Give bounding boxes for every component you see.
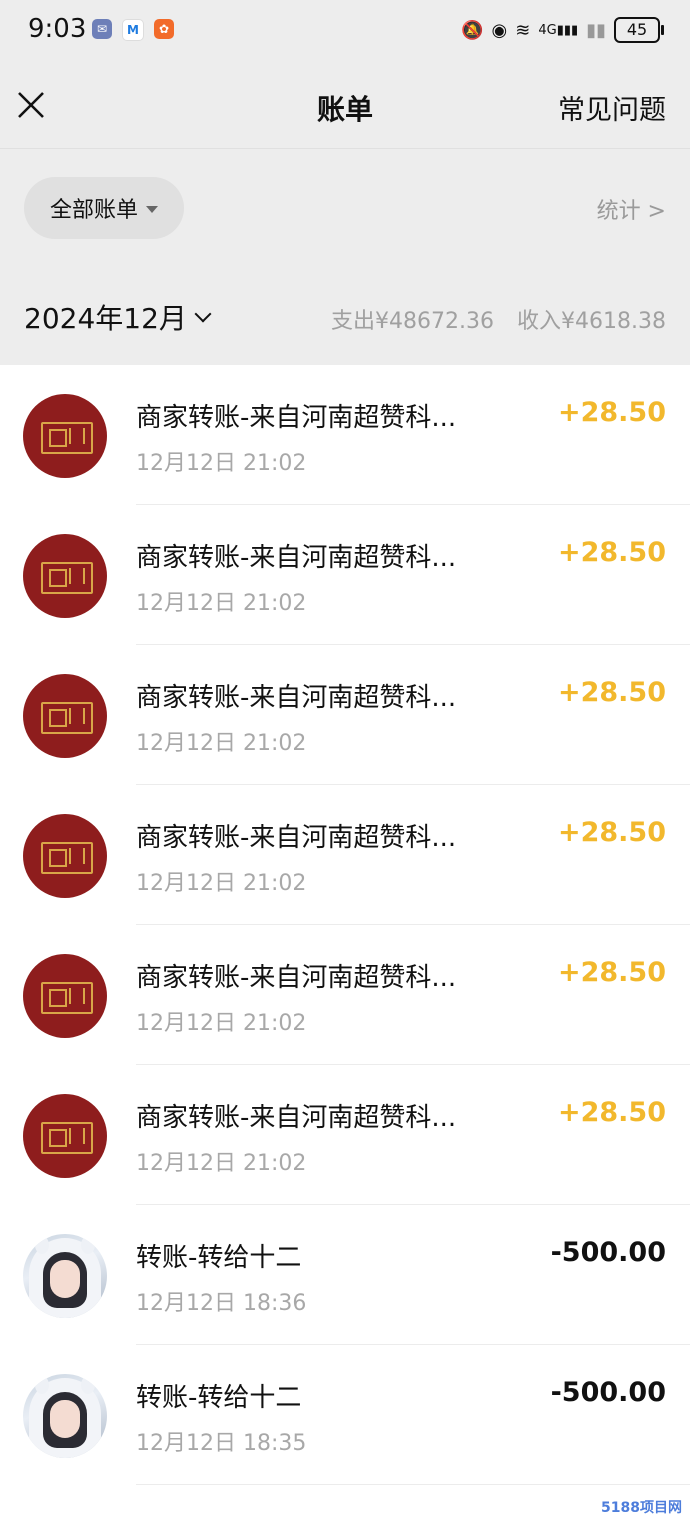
- transaction-time: 12月12日 18:35: [136, 1431, 307, 1456]
- transaction-time: 12月12日 18:36: [136, 1291, 307, 1316]
- merchant-logo-icon: [41, 562, 93, 594]
- merchant-logo-icon: [41, 702, 93, 734]
- month-summary-bar: 2024年12月 支出¥48672.36 收入¥4618.38: [0, 267, 690, 365]
- row-divider: [136, 1484, 690, 1485]
- transaction-time: 12月12日 21:02: [136, 871, 307, 896]
- filter-label: 全部账单: [49, 198, 138, 223]
- transaction-title: 商家转账-来自河南超赞科...: [136, 403, 457, 433]
- transaction-amount: +28.50: [557, 817, 666, 848]
- avatar-ear: [35, 1376, 49, 1394]
- transaction-row[interactable]: 商家转账-来自河南超赞科... 12月12日 21:02 +28.50: [0, 505, 690, 645]
- user-avatar: [23, 1374, 107, 1458]
- user-avatar: [23, 1234, 107, 1318]
- transaction-time: 12月12日 21:02: [136, 1151, 307, 1176]
- notification-app-icon: ✉: [92, 19, 112, 39]
- avatar-face: [50, 1400, 80, 1438]
- signal-icon: 4G▮▮▮: [538, 22, 579, 38]
- close-icon[interactable]: [16, 90, 46, 120]
- filter-bar: 全部账单 统计 >: [0, 149, 690, 267]
- transaction-title: 转账-转给十二: [136, 1383, 302, 1413]
- status-indicators: 🔕 ◉ ≋ 4G▮▮▮ ▮▮ 45: [461, 16, 664, 44]
- transaction-amount: +28.50: [557, 397, 666, 428]
- hotspot-icon: ◉: [491, 19, 508, 41]
- transaction-amount: -500.00: [550, 1377, 666, 1408]
- transaction-amount: -500.00: [550, 1237, 666, 1268]
- month-selector[interactable]: 2024年12月: [24, 297, 212, 337]
- bill-filter-dropdown[interactable]: 全部账单: [24, 177, 184, 239]
- wifi-icon: ≋: [515, 19, 531, 41]
- status-time: 9:03: [28, 14, 87, 44]
- caret-down-icon: [146, 205, 158, 213]
- transaction-row[interactable]: 商家转账-来自河南超赞科... 12月12日 21:02 +28.50: [0, 925, 690, 1065]
- transaction-row[interactable]: 商家转账-来自河南超赞科... 12月12日 21:02 +28.50: [0, 645, 690, 785]
- transaction-time: 12月12日 21:02: [136, 731, 307, 756]
- transaction-row[interactable]: 转账-转给十二 12月12日 18:35 -500.00: [0, 1345, 690, 1485]
- transaction-title: 商家转账-来自河南超赞科...: [136, 1103, 457, 1133]
- transaction-amount: +28.50: [557, 677, 666, 708]
- merchant-logo-avatar: [23, 1094, 107, 1178]
- merchant-logo-avatar: [23, 534, 107, 618]
- transaction-title: 转账-转给十二: [136, 1243, 302, 1273]
- month-label: 2024年12月: [24, 302, 187, 335]
- income-total: 收入¥4618.38: [517, 309, 666, 334]
- faq-link[interactable]: 常见问题: [558, 88, 666, 127]
- merchant-logo-icon: [41, 842, 93, 874]
- notification-app-icon: ✿: [154, 19, 174, 39]
- no-signal-icon: ▮▮: [586, 19, 606, 41]
- merchant-logo-icon: [41, 982, 93, 1014]
- transaction-list: 商家转账-来自河南超赞科... 12月12日 21:02 +28.50 商家转账-来自…: [0, 365, 690, 1485]
- expense-total: 支出¥48672.36: [331, 309, 495, 334]
- watermark: 5188项目网: [601, 1500, 682, 1516]
- transaction-amount: +28.50: [557, 957, 666, 988]
- transaction-row[interactable]: 商家转账-来自河南超赞科... 12月12日 21:02 +28.50: [0, 785, 690, 925]
- stats-link[interactable]: 统计 >: [597, 193, 666, 225]
- transaction-title: 商家转账-来自河南超赞科...: [136, 823, 457, 853]
- transaction-row[interactable]: 商家转账-来自河南超赞科... 12月12日 21:02 +28.50: [0, 365, 690, 505]
- avatar-ear: [81, 1376, 95, 1394]
- transaction-time: 12月12日 21:02: [136, 451, 307, 476]
- transaction-row[interactable]: 商家转账-来自河南超赞科... 12月12日 21:02 +28.50: [0, 1065, 690, 1205]
- transaction-time: 12月12日 21:02: [136, 591, 307, 616]
- avatar-face: [50, 1260, 80, 1298]
- merchant-logo-avatar: [23, 674, 107, 758]
- transaction-amount: +28.50: [557, 537, 666, 568]
- avatar-ear: [81, 1236, 95, 1254]
- merchant-logo-icon: [41, 1122, 93, 1154]
- battery-icon: 45: [614, 17, 664, 43]
- mute-bell-icon: 🔕: [461, 19, 484, 41]
- merchant-logo-avatar: [23, 954, 107, 1038]
- transaction-title: 商家转账-来自河南超赞科...: [136, 963, 457, 993]
- merchant-logo-avatar: [23, 394, 107, 478]
- chevron-down-icon: [194, 305, 212, 323]
- merchant-logo-avatar: [23, 814, 107, 898]
- transaction-row[interactable]: 转账-转给十二 12月12日 18:36 -500.00: [0, 1205, 690, 1345]
- transaction-title: 商家转账-来自河南超赞科...: [136, 543, 457, 573]
- notification-app-icon: M: [122, 19, 144, 41]
- month-totals: 支出¥48672.36 收入¥4618.38: [315, 303, 666, 335]
- avatar-ear: [35, 1236, 49, 1254]
- transaction-title: 商家转账-来自河南超赞科...: [136, 683, 457, 713]
- nav-bar: 账单 常见问题: [0, 62, 690, 149]
- status-bar: 9:03 ✉ M ✿ 🔕 ◉ ≋ 4G▮▮▮ ▮▮ 45: [0, 0, 690, 62]
- transaction-amount: +28.50: [557, 1097, 666, 1128]
- transaction-time: 12月12日 21:02: [136, 1011, 307, 1036]
- merchant-logo-icon: [41, 422, 93, 454]
